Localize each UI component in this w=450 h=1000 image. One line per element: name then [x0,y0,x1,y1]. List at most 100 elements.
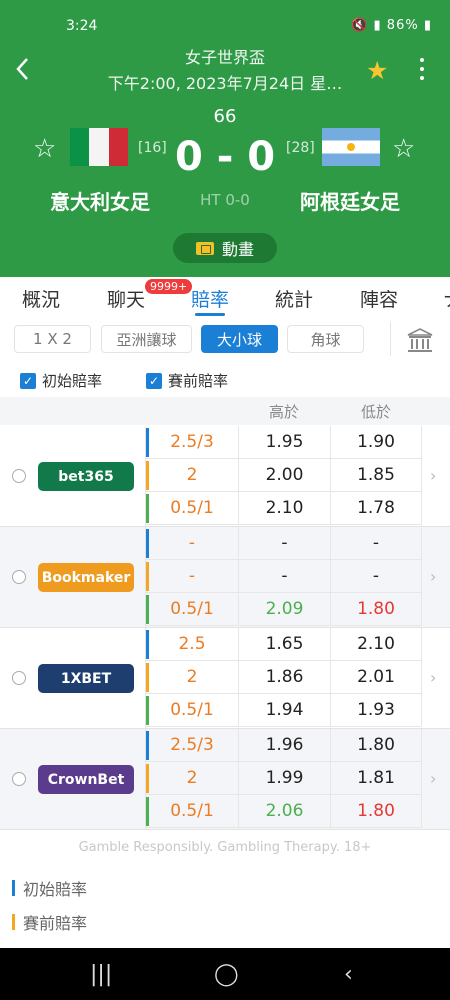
odds-row[interactable]: 2.5 1.65 2.10 [146,628,422,661]
divider [390,322,391,356]
odds-row[interactable]: 2.5/3 1.96 1.80 [146,729,422,762]
odds-table-header: 高於 低於 [0,397,450,425]
under-odds: 1.80 [330,593,422,626]
battery-icon: ▮ [423,18,432,33]
odds-row[interactable]: 2 1.86 2.01 [146,661,422,694]
select-radio[interactable] [12,772,26,786]
odds-row[interactable]: 0.5/1 2.10 1.78 [146,492,422,525]
filter-asian-handicap[interactable]: 亞洲讓球 [101,325,192,353]
score: 0 - 0 [174,134,276,180]
over-odds: 2.06 [238,795,330,828]
status-time: 3:24 [66,18,98,34]
goal-line: 0.5/1 [170,801,214,821]
pre-match-odds-checkbox[interactable]: ✓ 賽前賠率 [146,370,228,391]
home-icon[interactable]: ◯ [214,962,239,987]
responsible-gambling-note: Gamble Responsibly. Gambling Therapy. 18… [78,840,372,855]
away-team-name[interactable]: 阿根廷女足 [300,186,400,215]
legend-opening-label: 初始賠率 [23,880,88,899]
over-odds: 2.00 [238,459,330,492]
bookmaker-group[interactable]: 1XBET › 2.5 1.65 2.10 2 1.86 2.01 0.5/1 1.94 1.93 [0,628,450,729]
legend-opening: 初始賠率 [12,876,87,900]
over-odds: 1.99 [238,762,330,795]
pitch-icon [195,241,214,255]
match-minute: 66 [213,106,237,127]
signal-icon: ▮ [373,18,382,33]
odds-row[interactable]: --- [146,560,422,593]
under-odds: 1.78 [330,492,422,525]
filter-1x2[interactable]: 1 X 2 [14,325,91,353]
odds-row[interactable]: 0.5/1 2.06 1.80 [146,795,422,828]
under-odds: 1.81 [330,762,422,795]
bookmaker-group[interactable]: Bookmaker › - - - - - -0.5/1 2.09 1.80 [0,527,450,628]
odds-row[interactable]: 2.5/3 1.95 1.90 [146,426,422,459]
goal-line: 0.5/1 [170,498,214,518]
select-radio[interactable] [12,570,26,584]
odds-row[interactable]: 0.5/1 1.94 1.93 [146,694,422,727]
tab-odds[interactable]: 賠率 [191,285,229,312]
select-radio[interactable] [12,469,26,483]
favorite-star-icon[interactable]: ★ [366,56,388,85]
bookmaker-logo[interactable]: bet365 [38,462,134,491]
bookmaker-logo[interactable]: 1XBET [38,664,134,693]
chevron-right-icon[interactable]: › [430,769,436,788]
goal-line: 2.5/3 [170,432,214,452]
odds-row[interactable]: 2 2.00 1.85 [146,459,422,492]
back-button[interactable] [10,56,34,82]
market-filter-row: 1 X 2 亞洲讓球 大小球 角球 [0,318,450,362]
chevron-right-icon[interactable]: › [430,466,436,485]
mute-icon: 🔇 [351,18,369,33]
odds-row[interactable]: 2 1.99 1.81 [146,762,422,795]
under-odds: 2.01 [330,661,422,694]
under-odds: 1.93 [330,694,422,727]
tab-chat[interactable]: 聊天 [107,285,145,312]
over-odds: 2.09 [238,593,330,626]
under-odds: 1.80 [330,729,422,762]
filter-over-under[interactable]: 大小球 [201,325,278,353]
chevron-right-icon[interactable]: › [430,668,436,687]
back-nav-icon[interactable]: ‹ [344,962,353,987]
opening-odds-checkbox[interactable]: ✓ 初始賠率 [20,370,102,391]
goal-line: 0.5/1 [170,599,214,619]
follow-away-star-icon[interactable]: ☆ [392,134,415,164]
select-radio[interactable] [12,671,26,685]
group-divider [0,829,450,830]
over-odds: 1.94 [238,694,330,727]
under-odds: 2.10 [330,628,422,661]
animation-label: 動畫 [221,240,254,259]
bookmaker-group[interactable]: CrownBet › 2.5/3 1.96 1.80 2 1.99 1.81 0.5/1 2.06… [0,729,450,830]
animation-button[interactable]: 動畫 [173,233,277,263]
over-odds: 2.10 [238,492,330,525]
goal-line: - [188,566,196,586]
goal-line: 2 [186,768,198,788]
filter-corners[interactable]: 角球 [287,325,364,353]
under-header: 低於 [360,403,391,421]
more-menu-icon[interactable] [414,56,430,82]
bookmaker-logo[interactable]: CrownBet [38,765,134,794]
over-odds: 1.95 [238,426,330,459]
goal-line: 2.5/3 [170,735,214,755]
system-nav-bar: ||| ◯ ‹ [0,948,450,1000]
goal-line: 2 [186,465,198,485]
over-odds: - [238,560,330,593]
odds-row[interactable]: 0.5/1 2.09 1.80 [146,593,422,626]
bank-icon[interactable] [406,326,434,354]
tab-overview[interactable]: 概況 [22,285,60,312]
chevron-left-icon [16,58,28,80]
tab-more[interactable]: ナ [443,285,450,312]
over-odds: 1.96 [238,729,330,762]
away-flag[interactable] [322,128,380,166]
tab-lineup[interactable]: 陣容 [360,285,398,312]
column-divider [145,426,146,526]
recent-apps-icon[interactable]: ||| [90,962,112,987]
tab-stats[interactable]: 統計 [275,285,313,312]
odds-row[interactable]: --- [146,527,422,560]
bookmaker-group[interactable]: bet365 › 2.5/3 1.95 1.90 2 2.00 1.85 0.5/1 2.10 1.… [0,426,450,527]
checkmark-icon: ✓ [146,372,162,389]
match-header: 3:24 🔇 ▮ 86% ▮ 女子世界盃 下午2:00, 2023年7月24日 … [0,0,450,277]
league-name: 女子世界盃 [184,48,265,67]
over-odds: - [238,527,330,560]
bookmaker-logo[interactable]: Bookmaker [38,563,134,592]
chevron-right-icon[interactable]: › [430,567,436,586]
goal-line: - [188,533,196,553]
under-odds: - [330,527,422,560]
